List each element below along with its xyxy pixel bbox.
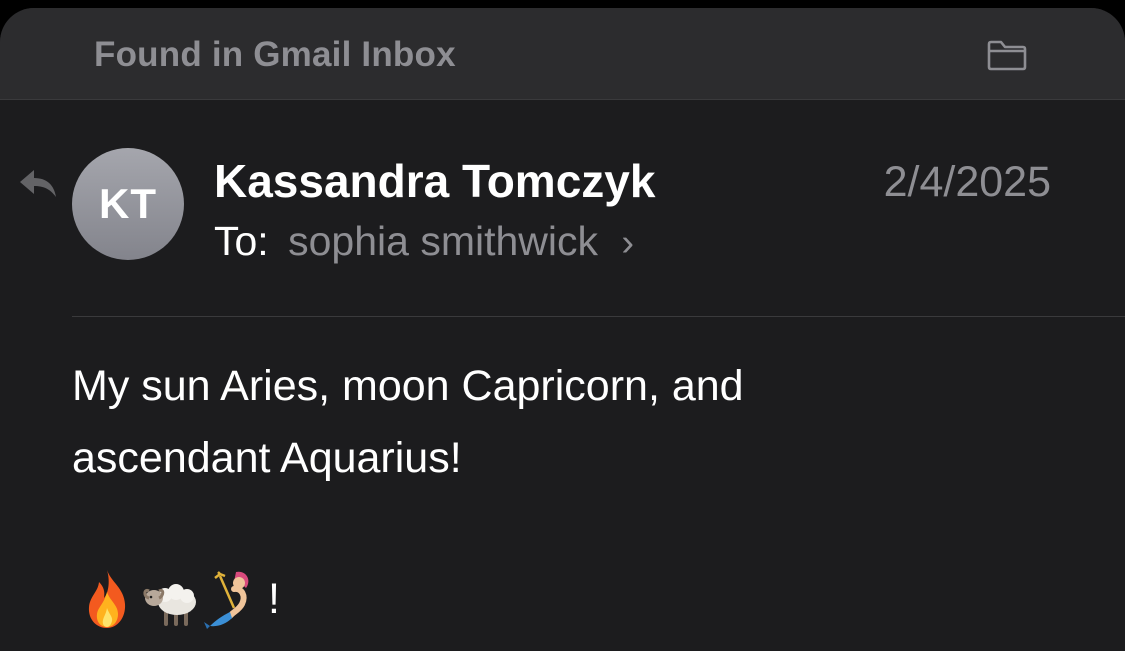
recipient-name: sophia smithwick [288,218,598,264]
folder-icon[interactable] [986,38,1028,72]
sender-name[interactable]: Kassandra Tomczyk [214,154,655,208]
message-body-line: My sun Aries, moon Capricorn, and [72,362,744,410]
message-card: Found in Gmail Inbox KT Kassandra Tomczy… [0,8,1125,651]
avatar-initials: KT [99,180,157,227]
divider [72,316,1125,317]
sheep-emoji-icon [143,584,196,626]
fire-emoji-icon [88,570,126,628]
avatar[interactable]: KT [72,148,184,260]
header-bar: Found in Gmail Inbox [0,8,1125,100]
emoji-trailing-text: ! [268,574,280,623]
header-title: Found in Gmail Inbox [94,35,456,74]
message-body-line: ascendant Aquarius! [72,434,462,482]
emoji-row: ! [78,568,280,630]
to-label: To: [214,218,269,264]
merperson-emoji-icon [204,571,249,629]
recipient-row[interactable]: To: sophia smithwick › [214,218,634,265]
chevron-right-icon: › [621,222,635,264]
reply-icon[interactable] [18,166,58,200]
message-date: 2/4/2025 [883,158,1051,206]
